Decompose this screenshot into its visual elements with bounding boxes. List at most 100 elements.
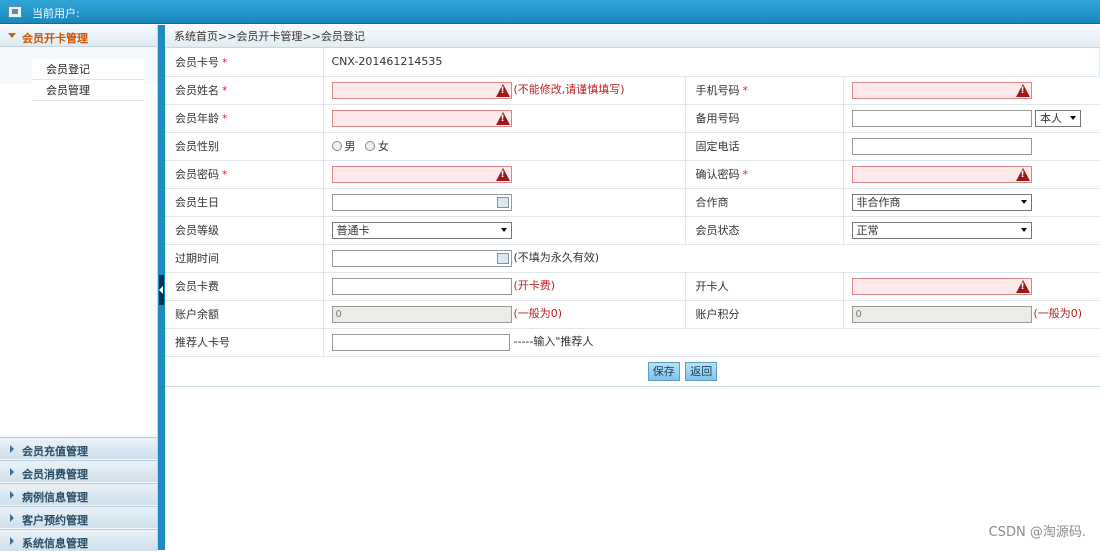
dropdown-arrow-icon (501, 228, 507, 232)
referrer-label: 推荐人卡号 (175, 336, 230, 349)
balance-input: 0 (332, 306, 512, 323)
form-row: 会员性别 男 女 固定电话 (165, 132, 1100, 160)
form-row: 账户余额 0(一般为0) 账户积分 0(一般为0) (165, 300, 1100, 328)
sidebar-section-system[interactable]: 系统信息管理 (0, 529, 157, 551)
home-icon[interactable] (8, 6, 22, 18)
dropdown-arrow-icon (1021, 200, 1027, 204)
gender-label: 会员性别 (175, 140, 219, 153)
name-input[interactable] (332, 82, 512, 99)
age-input[interactable] (332, 110, 512, 127)
form-row: 会员姓名* (不能修改,请谨慎填写) 手机号码* (165, 76, 1100, 104)
form-row: 会员卡号* CNX-201461214535 (165, 48, 1100, 76)
opener-input[interactable] (852, 278, 1032, 295)
sidebar-section-label: 会员充值管理 (22, 443, 88, 459)
phone-input[interactable] (852, 82, 1032, 99)
calendar-icon[interactable] (497, 197, 509, 208)
fee-label: 会员卡费 (175, 280, 219, 293)
expire-label: 过期时间 (175, 252, 219, 265)
chevron-right-icon (10, 445, 14, 453)
sidebar-section-label: 会员消费管理 (22, 466, 88, 482)
select-value: 非合作商 (857, 196, 901, 209)
points-input: 0 (852, 306, 1032, 323)
select-value: 普通卡 (337, 224, 370, 237)
warning-icon (496, 84, 510, 97)
confirm-password-label: 确认密码 (696, 168, 740, 181)
collapse-arrow-icon[interactable] (159, 275, 164, 305)
opener-label: 开卡人 (696, 280, 729, 293)
form-row: 会员卡费 (开卡费) 开卡人 (165, 272, 1100, 300)
confirm-password-input[interactable] (852, 166, 1032, 183)
password-input[interactable] (332, 166, 512, 183)
warning-icon (496, 168, 510, 181)
status-select[interactable]: 正常 (852, 222, 1032, 239)
referrer-hint: -----输入"推荐人 (514, 335, 594, 348)
sidebar-section-consumption[interactable]: 会员消费管理 (0, 460, 157, 482)
warning-icon (1016, 84, 1030, 97)
level-select[interactable]: 普通卡 (332, 222, 512, 239)
warning-icon (1016, 168, 1030, 181)
form-row: 会员年龄* 备用号码 本人 (165, 104, 1100, 132)
sidebar-section-label: 会员开卡管理 (22, 30, 88, 46)
status-label: 会员状态 (696, 224, 740, 237)
watermark: CSDN @淘源码. (989, 521, 1086, 540)
gender-female-radio[interactable] (365, 141, 375, 151)
phone-label: 手机号码 (696, 84, 740, 97)
breadcrumb: 系统首页>>会员开卡管理>>会员登记 (165, 25, 1100, 48)
select-value: 本人 (1040, 112, 1062, 125)
chevron-right-icon (10, 468, 14, 476)
alt-phone-owner-select[interactable]: 本人 (1035, 110, 1081, 127)
sidebar-splitter[interactable] (158, 25, 165, 550)
landline-input[interactable] (852, 138, 1032, 155)
level-label: 会员等级 (175, 224, 219, 237)
points-label: 账户积分 (696, 308, 740, 321)
gender-male-radio[interactable] (332, 141, 342, 151)
sidebar-submenu: 会员登记 会员管理 (32, 59, 144, 101)
alt-phone-label: 备用号码 (696, 112, 740, 125)
partner-select[interactable]: 非合作商 (852, 194, 1032, 211)
sidebar-section-label: 系统信息管理 (22, 535, 88, 551)
current-user-label: 当前用户: (32, 5, 80, 21)
sidebar-item-register[interactable]: 会员登记 (32, 59, 144, 80)
sidebar-section-case-info[interactable]: 病例信息管理 (0, 483, 157, 505)
form-row: 推荐人卡号 -----输入"推荐人 (165, 328, 1100, 356)
warning-icon (1016, 280, 1030, 293)
back-button[interactable]: 返回 (685, 362, 717, 381)
chevron-right-icon (10, 537, 14, 545)
alt-phone-input[interactable] (852, 110, 1032, 127)
chevron-down-icon (8, 33, 16, 38)
balance-label: 账户余额 (175, 308, 219, 321)
gender-female-label: 女 (378, 140, 389, 153)
sidebar-section-recharge[interactable]: 会员充值管理 (0, 437, 157, 459)
gender-male-label: 男 (345, 140, 356, 153)
password-label: 会员密码 (175, 168, 219, 181)
button-row: 保存 返回 (165, 357, 1100, 387)
calendar-icon[interactable] (497, 253, 509, 264)
form-row: 会员等级 普通卡 会员状态 正常 (165, 216, 1100, 244)
balance-hint: (一般为0) (514, 307, 563, 320)
age-label: 会员年龄 (175, 112, 219, 125)
chevron-right-icon (10, 491, 14, 499)
save-button[interactable]: 保存 (648, 362, 680, 381)
sidebar-section-card-management[interactable]: 会员开卡管理 (0, 25, 157, 47)
birthday-input[interactable] (332, 194, 512, 211)
card-no-value: CNX-201461214535 (332, 55, 443, 68)
warning-icon (496, 112, 510, 125)
birthday-label: 会员生日 (175, 196, 219, 209)
expire-hint: (不填为永久有效) (514, 251, 600, 264)
select-value: 正常 (857, 224, 879, 237)
card-no-label: 会员卡号 (175, 56, 219, 69)
landline-label: 固定电话 (696, 140, 740, 153)
points-hint: (一般为0) (1034, 307, 1083, 320)
fee-input[interactable] (332, 278, 512, 295)
sidebar-item-manage[interactable]: 会员管理 (32, 80, 144, 101)
partner-label: 合作商 (696, 196, 729, 209)
referrer-input[interactable] (332, 334, 510, 351)
form-row: 会员密码* 确认密码* (165, 160, 1100, 188)
dropdown-arrow-icon (1070, 116, 1076, 120)
sidebar-section-appointments[interactable]: 客户预约管理 (0, 506, 157, 528)
chevron-right-icon (10, 514, 14, 522)
expire-input[interactable] (332, 250, 512, 267)
sidebar-section-label: 客户预约管理 (22, 512, 88, 528)
name-hint: (不能修改,请谨慎填写) (514, 83, 625, 96)
dropdown-arrow-icon (1021, 228, 1027, 232)
